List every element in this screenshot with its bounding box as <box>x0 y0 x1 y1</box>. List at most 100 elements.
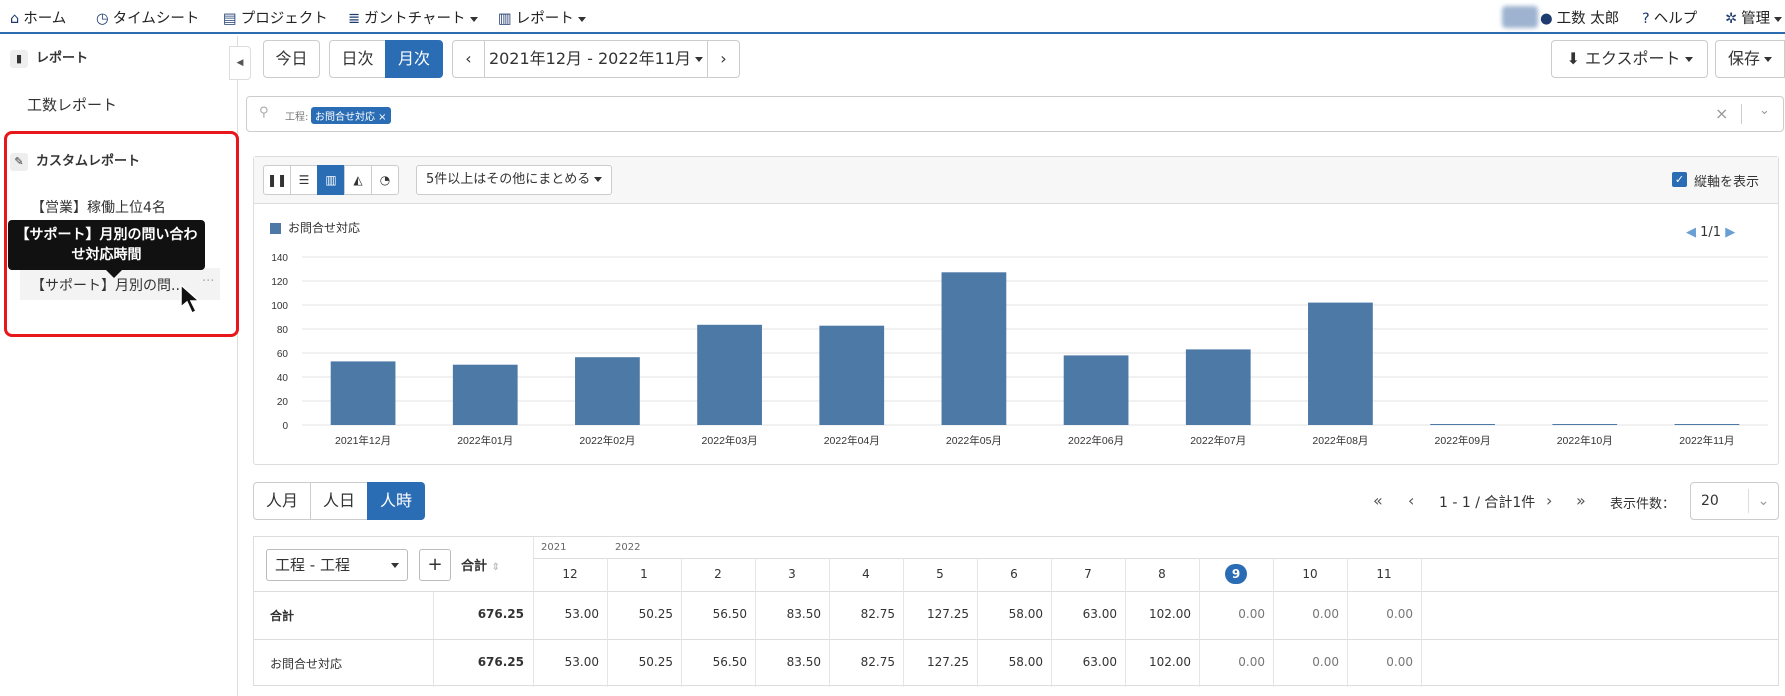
table-cell: 58.00 <box>1008 655 1043 669</box>
nav-project[interactable]: ▤ プロジェクト <box>223 7 328 28</box>
bar[interactable] <box>575 357 640 425</box>
bar[interactable] <box>941 272 1007 425</box>
month-header[interactable]: 12 <box>533 567 607 581</box>
nav-admin[interactable]: ✲ 管理 <box>1725 7 1783 28</box>
export-button[interactable]: ⬇ エクスポート <box>1551 40 1708 78</box>
nav-report[interactable]: ▥ レポート <box>498 7 586 28</box>
divider <box>254 591 1778 592</box>
first-page-button[interactable]: « <box>1373 491 1383 510</box>
month-header[interactable]: 9 <box>1225 564 1247 584</box>
add-group-button[interactable]: + <box>419 549 451 581</box>
chevron-down-icon <box>577 16 586 22</box>
month-header[interactable]: 6 <box>977 567 1051 581</box>
month-header[interactable]: 2 <box>681 567 755 581</box>
last-page-button[interactable]: » <box>1576 491 1586 510</box>
chevron-down-icon[interactable]: ⌄ <box>1759 103 1770 118</box>
year-label: 2022 <box>615 542 641 553</box>
month-header[interactable]: 7 <box>1051 567 1125 581</box>
y-tick-label: 60 <box>277 349 289 360</box>
divider <box>533 558 1779 559</box>
data-table: 工程 - 工程 + 合計 ⇕ 2021 2022 12 1 2 3 4 5 6 7 8 9 10 11… <box>253 536 1779 687</box>
divider <box>254 639 1778 640</box>
save-button[interactable]: 保存 <box>1715 40 1785 78</box>
daily-button[interactable]: 日次 <box>329 40 386 78</box>
nav-help[interactable]: ? ヘルプ <box>1642 7 1697 28</box>
x-tick-label: 2021年12月 <box>335 434 391 447</box>
month-header[interactable]: 3 <box>755 567 829 581</box>
chevron-down-icon <box>1764 57 1772 62</box>
nav-user[interactable]: ● 工数 太郎 <box>1540 7 1619 28</box>
monthly-button[interactable]: 月次 <box>385 40 443 78</box>
clear-filter-button[interactable]: × <box>1715 104 1728 123</box>
prev-page-button[interactable]: ‹ <box>1408 491 1414 510</box>
table-cell: 127.25 <box>927 655 969 669</box>
bar[interactable] <box>1185 349 1251 425</box>
pause-icon[interactable]: ❚❚ <box>263 165 291 195</box>
pagination-info: 1 - 1 / 合計1件 <box>1439 495 1536 511</box>
chevron-down-icon <box>469 16 478 22</box>
y-tick-label: 40 <box>277 373 289 384</box>
month-header[interactable]: 11 <box>1347 567 1421 581</box>
next-period-button[interactable]: › <box>707 40 740 78</box>
gear-icon: ✲ <box>1725 11 1738 27</box>
total-header[interactable]: 合計 ⇕ <box>461 555 500 574</box>
group-select[interactable]: 工程 - 工程 <box>266 549 408 581</box>
chevron-down-icon <box>594 177 603 182</box>
download-icon: ⬇ <box>1566 49 1580 68</box>
prev-period-button[interactable]: ‹ <box>452 40 485 78</box>
group-option-dropdown[interactable]: 5件以上はその他にまとめる <box>416 165 613 195</box>
period-select[interactable]: 2021年12月 - 2022年11月 <box>484 40 708 78</box>
next-page-button[interactable]: › <box>1546 491 1552 510</box>
x-tick-label: 2022年10月 <box>1557 434 1613 447</box>
nav-timesheet[interactable]: ◷ タイムシート <box>96 7 199 28</box>
unit-day-tab[interactable]: 人日 <box>310 482 368 520</box>
nav-gantt[interactable]: ≣ ガントチャート <box>348 7 478 28</box>
bar[interactable] <box>1674 424 1740 425</box>
y-tick-label: 140 <box>271 253 288 264</box>
collapse-sidebar-button[interactable]: ◀ <box>229 46 251 80</box>
avatar <box>1502 6 1538 28</box>
chart-toolbar: ❚❚ ☰ ▥ ◭ ◔ 5件以上はその他にまとめる ✓ 縦軸を表示 <box>254 157 1778 204</box>
bar[interactable] <box>1063 355 1129 425</box>
table-cell: 83.50 <box>786 607 821 621</box>
sidebar-report-header: ▮ レポート <box>10 47 88 68</box>
pie-chart-icon[interactable]: ◔ <box>371 165 399 195</box>
month-header[interactable]: 1 <box>607 567 681 581</box>
gantt-icon: ≣ <box>348 11 361 27</box>
bar[interactable] <box>1552 424 1618 425</box>
month-header[interactable]: 5 <box>903 567 977 581</box>
month-header[interactable]: 8 <box>1125 567 1199 581</box>
table-cell: 63.00 <box>1082 655 1117 669</box>
bar[interactable] <box>1430 424 1495 425</box>
bar[interactable] <box>452 364 518 425</box>
show-vertical-label: 縦軸を表示 <box>1694 175 1760 190</box>
chevron-down-icon <box>1684 57 1693 62</box>
unit-month-tab[interactable]: 人月 <box>253 482 311 520</box>
filter-bar[interactable]: ⚲ 工程: お問合せ対応 × × ⌄ <box>246 96 1784 132</box>
show-vertical-checkbox[interactable]: ✓ <box>1672 172 1687 187</box>
clock-icon: ◷ <box>96 11 109 27</box>
x-tick-label: 2022年06月 <box>1068 434 1124 447</box>
filter-chip[interactable]: お問合せ対応 × <box>311 107 391 124</box>
per-page-select[interactable]: 20 ⌄ <box>1690 482 1779 520</box>
x-tick-label: 2022年11月 <box>1679 434 1734 447</box>
table-cell: 102.00 <box>1149 607 1191 621</box>
table-cell: 82.75 <box>860 655 895 669</box>
area-chart-icon[interactable]: ◭ <box>344 165 372 195</box>
chevron-right-icon: › <box>720 49 727 68</box>
nav-home[interactable]: ⌂ ホーム <box>10 7 66 28</box>
bar-chart-icon[interactable]: ▥ <box>317 165 345 195</box>
bar[interactable] <box>697 324 762 425</box>
bar[interactable] <box>819 325 885 425</box>
table-cell: 83.50 <box>786 655 821 669</box>
month-header[interactable]: 10 <box>1273 567 1347 581</box>
bar[interactable] <box>1308 302 1373 425</box>
bar[interactable] <box>330 361 396 425</box>
list-icon[interactable]: ☰ <box>290 165 318 195</box>
sidebar-item-work-report[interactable]: 工数レポート <box>27 94 117 115</box>
unit-hour-tab[interactable]: 人時 <box>367 482 425 520</box>
x-tick-label: 2022年03月 <box>702 434 758 447</box>
divider <box>1421 558 1422 687</box>
month-header[interactable]: 4 <box>829 567 903 581</box>
today-button[interactable]: 今日 <box>263 40 320 78</box>
